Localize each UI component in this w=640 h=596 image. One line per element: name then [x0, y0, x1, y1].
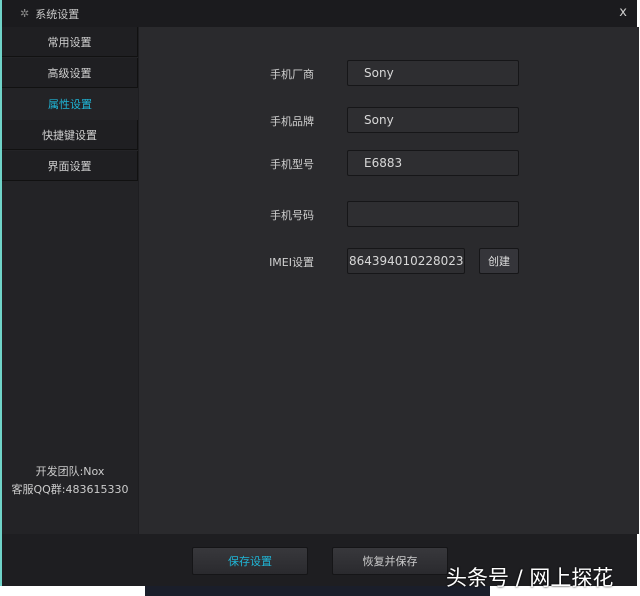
qq-group: 客服QQ群:483615330 — [11, 483, 129, 496]
sidebar-item-general[interactable]: 常用设置 — [2, 27, 138, 57]
imei-row: IMEI设置 864394010228023 创建 — [139, 248, 639, 274]
phone-input[interactable] — [347, 201, 519, 227]
brand-row: 手机品牌 Sony — [139, 107, 639, 133]
phone-row: 手机号码 — [139, 201, 639, 227]
sidebar: 常用设置 高级设置 属性设置 快捷键设置 界面设置 开发团队:Nox 客服QQ群… — [2, 27, 138, 534]
model-label: 手机型号 — [270, 158, 314, 171]
restore-and-save-button[interactable]: 恢复并保存 — [332, 547, 448, 575]
manufacturer-row: 手机厂商 Sony — [139, 60, 639, 86]
close-button[interactable]: x — [619, 5, 627, 20]
dev-team: 开发团队:Nox — [35, 465, 105, 478]
imei-input[interactable]: 864394010228023 — [347, 248, 465, 274]
imei-label: IMEI设置 — [269, 256, 314, 269]
sidebar-item-shortcuts[interactable]: 快捷键设置 — [2, 120, 138, 150]
manufacturer-input[interactable]: Sony — [347, 60, 519, 86]
sidebar-item-advanced[interactable]: 高级设置 — [2, 58, 138, 88]
manufacturer-label: 手机厂商 — [270, 68, 314, 81]
phone-label: 手机号码 — [270, 209, 314, 222]
brand-input[interactable]: Sony — [347, 107, 519, 133]
model-input[interactable]: E6883 — [347, 150, 519, 176]
watermark: 头条号 / 网上探花 — [446, 566, 614, 590]
sidebar-item-interface[interactable]: 界面设置 — [2, 151, 138, 181]
developer-info: 开发团队:Nox 客服QQ群:483615330 — [2, 463, 138, 499]
settings-window: ✲ 系统设置 x 常用设置 高级设置 属性设置 快捷键设置 界面设置 开发团队:… — [0, 0, 639, 586]
title-bar: ✲ 系统设置 x — [2, 0, 637, 27]
model-row: 手机型号 E6883 — [139, 150, 639, 176]
create-imei-button[interactable]: 创建 — [479, 248, 519, 274]
brand-label: 手机品牌 — [270, 115, 314, 128]
save-button[interactable]: 保存设置 — [192, 547, 308, 575]
gear-icon: ✲ — [20, 7, 30, 20]
window-title: 系统设置 — [35, 7, 80, 21]
background-image — [145, 586, 490, 596]
properties-panel: 手机厂商 Sony 手机品牌 Sony 手机型号 E6883 手机号码 IMEI… — [139, 27, 639, 534]
sidebar-item-properties[interactable]: 属性设置 — [2, 89, 138, 119]
